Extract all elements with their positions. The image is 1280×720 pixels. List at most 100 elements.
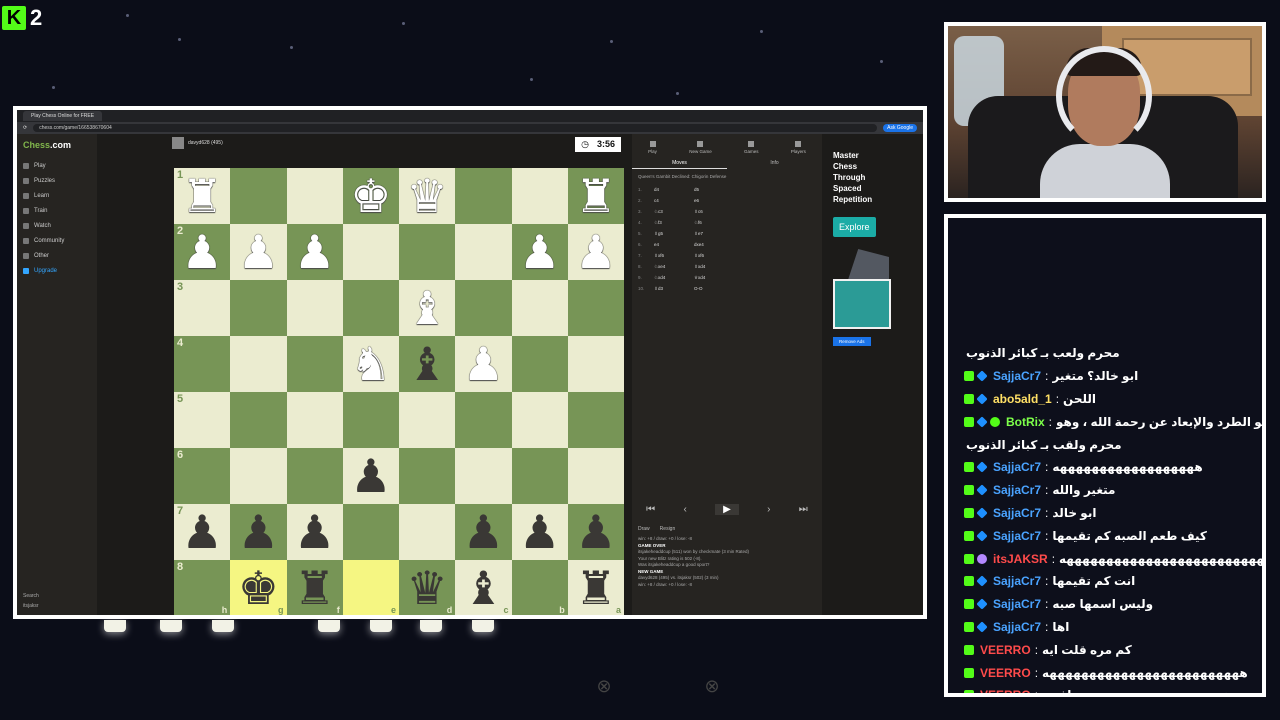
white-move[interactable]: ♗xf6 xyxy=(654,253,694,259)
white-move[interactable]: ♘xd4 xyxy=(654,275,694,281)
board-square[interactable] xyxy=(567,392,624,448)
board-square[interactable]: e xyxy=(342,560,399,615)
board-square[interactable] xyxy=(230,392,287,448)
panel-nav-players[interactable]: Players xyxy=(791,141,806,154)
board-square[interactable]: 2 ♟ xyxy=(174,224,231,280)
sidebar-item-puzzles[interactable]: Puzzles xyxy=(23,173,91,188)
board-square[interactable] xyxy=(567,336,624,392)
chat-username[interactable]: VEERRO xyxy=(980,688,1031,693)
black-move[interactable]: ♗c6 xyxy=(694,209,734,215)
white-rook-icon[interactable]: ♜ xyxy=(182,173,223,219)
sidebar-item-upgrade[interactable]: Upgrade xyxy=(23,263,91,278)
board-square[interactable]: c ♝ xyxy=(455,560,512,615)
black-move[interactable]: ♗e7 xyxy=(694,231,734,237)
tab-info[interactable]: Info xyxy=(727,158,822,169)
prev-move-icon[interactable]: ‹ xyxy=(683,504,686,515)
board-square[interactable] xyxy=(399,504,456,560)
chat-username[interactable]: SajjaCr7 xyxy=(993,483,1041,497)
board-square[interactable]: ♞ xyxy=(342,336,399,392)
panel-nav-games[interactable]: Games xyxy=(744,141,759,154)
remove-ads-button[interactable]: Remove Ads xyxy=(833,337,871,346)
last-move-icon[interactable]: ⏭ xyxy=(799,504,808,515)
sidebar-item-other[interactable]: Other xyxy=(23,248,91,263)
white-pawn-icon[interactable]: ♟ xyxy=(519,229,560,275)
board-square[interactable]: g ♚ xyxy=(230,560,287,615)
white-king-icon[interactable]: ♚ xyxy=(350,173,391,219)
black-move[interactable]: dxe4 xyxy=(694,242,734,247)
chat-username[interactable]: SajjaCr7 xyxy=(993,369,1041,383)
white-pawn-icon[interactable]: ♟ xyxy=(182,229,223,275)
resign-button[interactable]: Resign xyxy=(660,526,676,532)
black-pawn-icon[interactable]: ♟ xyxy=(294,509,335,555)
next-move-icon[interactable]: › xyxy=(767,504,770,515)
white-rook-icon[interactable]: ♜ xyxy=(575,173,616,219)
board-square[interactable] xyxy=(455,224,512,280)
white-pawn-icon[interactable]: ♟ xyxy=(463,341,504,387)
sidebar-item-play[interactable]: Play xyxy=(23,158,91,173)
chess-board[interactable]: 1 ♜ ♚ ♛ ♜ 2 ♟ ♟ ♟ ♟ ♟ 3 ♝ 4 ♞ ♝ ♟ 5 6 ♟ 7 ♟ ♟ ♟ ♟ ♟ ♟ 8 h g ♚ f ♜ e d ♛ c ♝ b a… xyxy=(174,168,624,615)
board-square[interactable]: ♟ xyxy=(230,224,287,280)
black-move[interactable]: e6 xyxy=(694,198,734,203)
white-queen-icon[interactable]: ♛ xyxy=(407,173,448,219)
white-pawn-icon[interactable]: ♟ xyxy=(294,229,335,275)
white-knight-icon[interactable]: ♞ xyxy=(350,341,391,387)
board-square[interactable]: ♝ xyxy=(399,336,456,392)
chat-username[interactable]: SajjaCr7 xyxy=(993,597,1041,611)
board-square[interactable] xyxy=(399,224,456,280)
board-square[interactable] xyxy=(286,168,343,224)
board-square[interactable]: ♟ xyxy=(567,504,624,560)
tab-moves[interactable]: Moves xyxy=(632,158,727,169)
play-icon[interactable]: ▶ xyxy=(715,504,739,515)
sidebar-item-learn[interactable]: Learn xyxy=(23,188,91,203)
black-move[interactable]: ♕xd4 xyxy=(694,275,734,281)
board-square[interactable]: 3 xyxy=(174,280,231,336)
board-square[interactable]: ♝ xyxy=(399,280,456,336)
board-square[interactable]: a ♜ xyxy=(567,560,624,615)
black-move[interactable]: O-O xyxy=(694,286,734,291)
browser-tab[interactable]: Play Chess Online for FREE xyxy=(23,111,103,121)
black-rook-icon[interactable]: ♜ xyxy=(294,565,335,611)
sidebar-item-watch[interactable]: Watch xyxy=(23,218,91,233)
ask-google-button[interactable]: Ask Google xyxy=(883,124,917,132)
sidebar-search[interactable]: Search xyxy=(23,591,39,601)
board-square[interactable] xyxy=(511,448,568,504)
black-pawn-icon[interactable]: ♟ xyxy=(519,509,560,555)
black-pawn-icon[interactable]: ♟ xyxy=(350,453,391,499)
board-square[interactable] xyxy=(286,448,343,504)
sidebar-item-community[interactable]: Community xyxy=(23,233,91,248)
white-pawn-icon[interactable]: ♟ xyxy=(238,229,279,275)
black-bishop-icon[interactable]: ♝ xyxy=(463,565,504,611)
board-square[interactable] xyxy=(230,336,287,392)
sidebar-item-train[interactable]: Train xyxy=(23,203,91,218)
board-square[interactable] xyxy=(567,448,624,504)
panel-nav-new-game[interactable]: New Game xyxy=(689,141,712,154)
chat-username[interactable]: abo5ald_1 xyxy=(993,392,1052,406)
chat-username[interactable]: SajjaCr7 xyxy=(993,574,1041,588)
chat-username[interactable]: itsJAKSR xyxy=(993,552,1048,566)
board-square[interactable]: ♚ xyxy=(342,168,399,224)
black-move[interactable]: ♗xd4 xyxy=(694,264,734,270)
board-square[interactable]: ♟ xyxy=(511,224,568,280)
board-square[interactable] xyxy=(342,280,399,336)
board-square[interactable] xyxy=(286,280,343,336)
panel-nav-play[interactable]: Play xyxy=(648,141,657,154)
board-square[interactable] xyxy=(455,448,512,504)
white-bishop-icon[interactable]: ♝ xyxy=(407,285,448,331)
board-square[interactable] xyxy=(399,448,456,504)
white-move[interactable]: ♘xe4 xyxy=(654,264,694,270)
black-pawn-icon[interactable]: ♟ xyxy=(182,509,223,555)
board-square[interactable] xyxy=(342,504,399,560)
board-square[interactable]: 1 ♜ xyxy=(174,168,231,224)
chat-username[interactable]: SajjaCr7 xyxy=(993,460,1041,474)
board-square[interactable] xyxy=(567,280,624,336)
black-bishop-icon[interactable]: ♝ xyxy=(407,341,448,387)
board-square[interactable]: ♟ xyxy=(511,504,568,560)
opponent-name[interactable]: davyd628 (495) xyxy=(188,140,223,146)
board-square[interactable]: ♟ xyxy=(342,448,399,504)
white-pawn-icon[interactable]: ♟ xyxy=(575,229,616,275)
chat-username[interactable]: VEERRO xyxy=(980,666,1031,680)
board-square[interactable] xyxy=(511,168,568,224)
black-move[interactable]: ♗xf6 xyxy=(694,253,734,259)
white-move[interactable]: ♗g5 xyxy=(654,231,694,237)
white-move[interactable]: ♘c3 xyxy=(654,209,694,215)
